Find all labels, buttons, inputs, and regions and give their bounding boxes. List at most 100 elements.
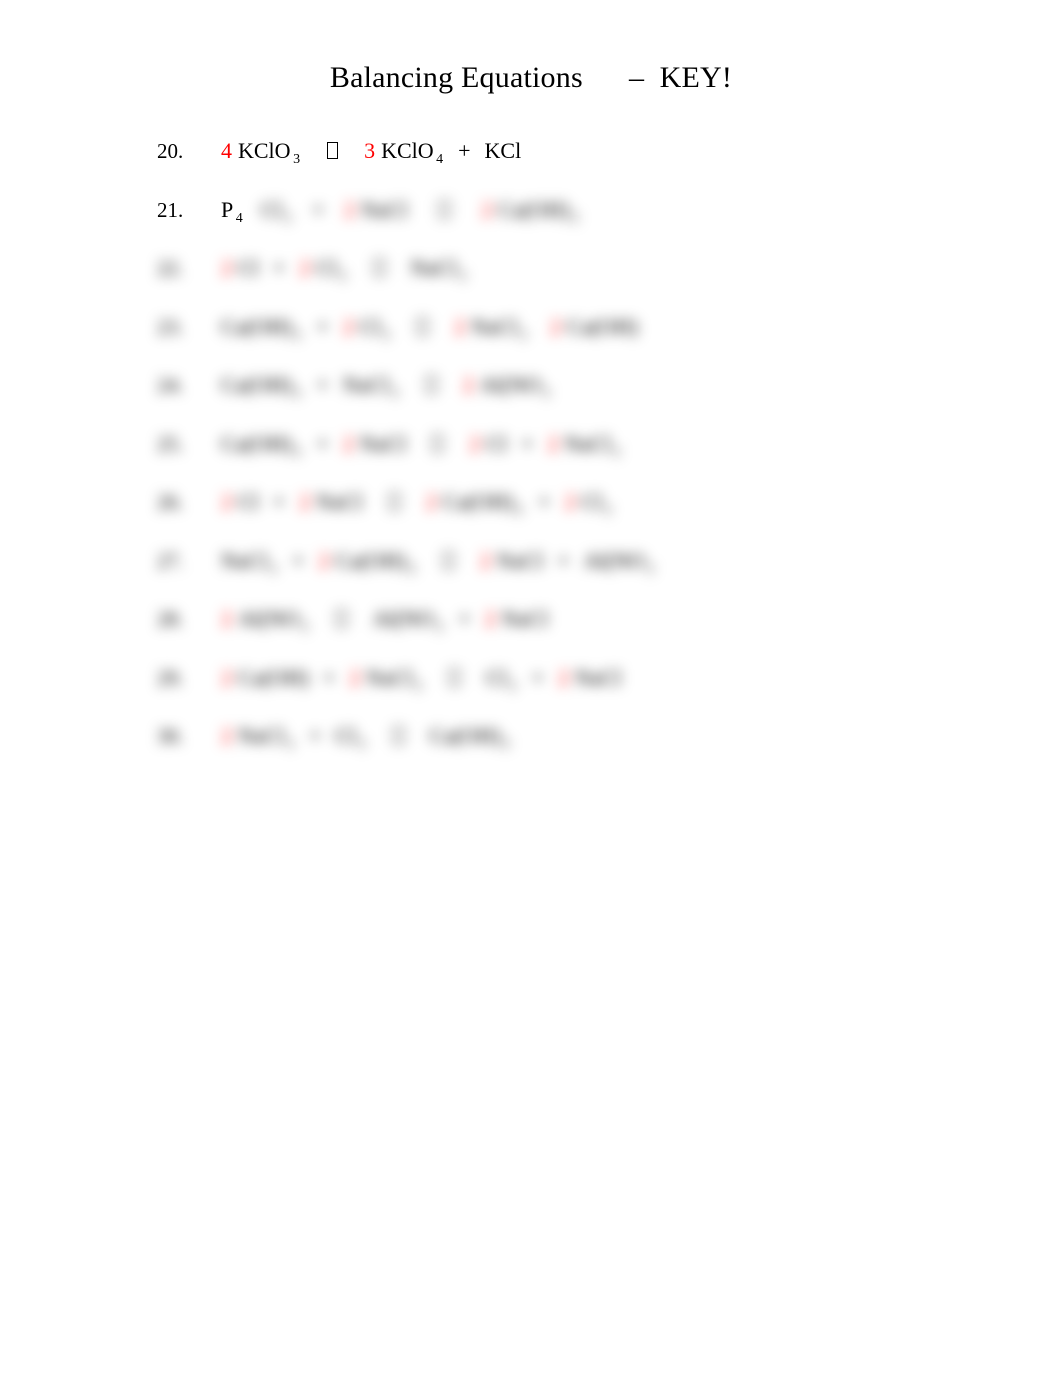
plus-operator: + bbox=[316, 372, 329, 397]
plus-operator: + bbox=[322, 664, 336, 690]
coefficient: 2 bbox=[469, 430, 481, 456]
reactant-term: 2 NaCl bbox=[344, 193, 407, 227]
coefficient: 2 bbox=[342, 313, 354, 339]
formula: NaCl bbox=[316, 489, 363, 514]
coefficient: 2 bbox=[318, 547, 330, 573]
reaction-arrow-icon bbox=[417, 317, 429, 335]
equation-row-29: 29. 2 Ca(OH) + 2 NaCl 2 Cl 2 + 2 NaCl bbox=[157, 661, 1037, 720]
coefficient: 2 bbox=[479, 547, 491, 573]
equation-row-21: 21. P 4 Cl 2 + 2 NaCl 2 Ca(OH) 2 bbox=[157, 193, 1037, 252]
reaction-arrow-icon bbox=[388, 493, 400, 510]
formula: NaCl bbox=[221, 547, 268, 573]
formula: NaCl bbox=[496, 547, 544, 573]
redacted-content: Ca(OH) 2 + NaCl 2 2 Al(NO 2 bbox=[221, 368, 551, 406]
coefficient: 4 bbox=[221, 138, 232, 163]
subscript: 2 bbox=[459, 269, 467, 284]
formula: KCl bbox=[484, 138, 522, 163]
subscript: 2 bbox=[391, 386, 399, 401]
product-term: 3 KClO 4 bbox=[364, 134, 444, 172]
formula: Ca(OH) bbox=[221, 372, 292, 397]
equation-body: 4 KClO 3 3 KClO 4 + KCl bbox=[221, 134, 521, 172]
subscript: 2 bbox=[503, 737, 511, 752]
subscript: 4 bbox=[436, 152, 444, 167]
formula: NaCl bbox=[359, 430, 407, 456]
plus-operator: + bbox=[312, 196, 325, 222]
equation-number: 25. bbox=[157, 431, 184, 456]
reactant-term: 2 Cl 2 bbox=[299, 251, 347, 289]
subscript: 2 bbox=[571, 210, 579, 226]
plus-operator: + bbox=[531, 664, 544, 690]
equation-number: 22. bbox=[157, 256, 184, 280]
reaction-arrow-icon bbox=[449, 668, 461, 686]
reactant-term: 2 NaCl bbox=[343, 427, 406, 461]
plus-operator: + bbox=[272, 489, 286, 514]
reactant-term: 2 NaCl bbox=[299, 485, 362, 519]
product-term: 2 Cl 2 bbox=[564, 485, 612, 523]
product-term: KCl bbox=[485, 134, 522, 168]
coefficient: 2 bbox=[221, 723, 232, 748]
equation-number: 20. bbox=[157, 139, 184, 163]
redacted-content: NaCl 2 + 2 Ca(OH) 2 2 NaCl + Al(NO 2 bbox=[221, 544, 655, 582]
formula: Cl bbox=[359, 313, 381, 339]
product-term: 2 Ca(OH) 2 bbox=[426, 485, 524, 523]
coefficient: 2 bbox=[481, 196, 493, 222]
formula: NaCl bbox=[360, 196, 408, 222]
equation-row-23: 23. Ca(OH) 2 + 2 Cl 2 2 NaCl 2 2 Ca(OH) bbox=[157, 310, 1037, 369]
formula: Al(NO bbox=[583, 547, 645, 573]
reactant-term: 2 Al(NO 2 bbox=[221, 602, 310, 640]
equation-body: P 4 Cl 2 + 2 NaCl 2 Ca(OH) 2 bbox=[221, 193, 580, 231]
product-term: Al(NO 2 bbox=[584, 544, 656, 582]
redacted-content: 2 Cl + 2 NaCl 2 Ca(OH) 2 + 2 Cl 2 bbox=[221, 485, 613, 523]
product-term: 2 NaCl 2 bbox=[547, 427, 621, 465]
plus-operator: + bbox=[557, 547, 570, 573]
formula: Ca(OH) bbox=[567, 313, 638, 339]
coefficient: 2 bbox=[484, 606, 496, 631]
equation-number: 29. bbox=[157, 665, 184, 690]
formula: Ca(OH) bbox=[221, 313, 292, 339]
product-term: Ca(OH) 2 bbox=[430, 719, 511, 757]
formula: Ca(OH) bbox=[335, 547, 407, 573]
formula: NaCl bbox=[238, 723, 285, 748]
redacted-content: 2 Cl + 2 Cl 2 NaCl 2 bbox=[221, 251, 467, 289]
coefficient: 2 bbox=[564, 489, 576, 514]
subscript: 2 bbox=[509, 678, 517, 694]
plus-operator: + bbox=[521, 430, 534, 456]
formula: Ca(OH) bbox=[498, 196, 570, 222]
reactant-term: NaCl 2 bbox=[221, 544, 278, 582]
equation-number: 30. bbox=[157, 724, 184, 748]
reactant-term: Ca(OH) 2 bbox=[221, 368, 302, 406]
plus-operator: + bbox=[291, 547, 305, 573]
subscript: 2 bbox=[383, 327, 391, 343]
product-term: 2 Ca(OH) 2 bbox=[481, 193, 579, 231]
coefficient: 2 bbox=[454, 313, 466, 339]
reactant-term: P 4 bbox=[221, 193, 244, 231]
reactant-term: Cl 2 bbox=[335, 719, 366, 757]
subscript: 2 bbox=[339, 269, 347, 284]
equation-row-30: 30. 2 NaCl 2 + Cl 2 Ca(OH) 2 bbox=[157, 719, 1037, 778]
subscript: 2 bbox=[604, 503, 612, 518]
reactant-term: 2 NaCl 2 bbox=[349, 661, 423, 699]
equation-number: 28. bbox=[157, 607, 184, 631]
equation-row-24: 24. Ca(OH) 2 + NaCl 2 2 Al(NO 2 bbox=[157, 368, 1037, 427]
reaction-arrow-icon bbox=[432, 434, 444, 452]
subscript: 4 bbox=[235, 210, 243, 226]
plus-operator: + bbox=[458, 138, 471, 163]
coefficient: 2 bbox=[550, 313, 562, 339]
coefficient: 2 bbox=[343, 196, 355, 222]
redacted-content: 2 Al(NO 2 Al(NO 2 + 2 NaCl bbox=[221, 602, 548, 640]
reactant-term: Ca(OH) 2 bbox=[221, 427, 302, 465]
product-term: 2 Cl bbox=[469, 427, 507, 461]
reactant-term: 2 Ca(OH) 2 bbox=[318, 544, 416, 582]
reactant-term: 4 KClO 3 bbox=[221, 134, 301, 172]
formula: KClO bbox=[238, 138, 291, 163]
product-term: 2 NaCl bbox=[480, 544, 543, 578]
equation-number: 24. bbox=[157, 373, 184, 397]
formula: NaCl bbox=[471, 313, 518, 339]
reaction-arrow-icon bbox=[442, 551, 454, 569]
formula: Cl bbox=[238, 255, 259, 280]
formula: Cl bbox=[238, 489, 259, 514]
redacted-content: Cl 2 + 2 NaCl 2 Ca(OH) 2 bbox=[244, 193, 580, 231]
subscript: 2 bbox=[294, 444, 302, 460]
product-term: Cl 2 bbox=[486, 661, 517, 699]
subscript: 2 bbox=[301, 620, 309, 635]
